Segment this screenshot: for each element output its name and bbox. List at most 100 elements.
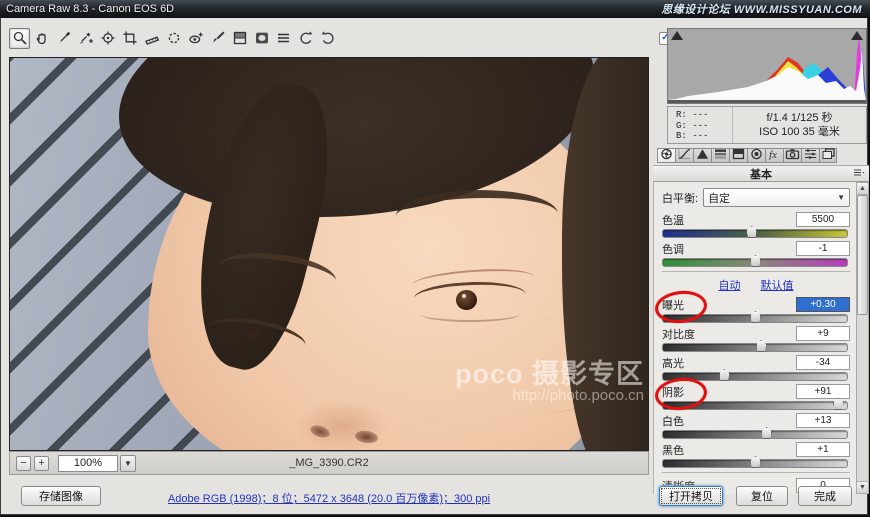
slider-row-exposure: 曝光 +0.30: [654, 288, 850, 326]
shadow-clipping-indicator[interactable]: [671, 31, 683, 40]
toolbar: ✓ 预览: [9, 25, 721, 51]
done-button[interactable]: 完成: [798, 486, 852, 506]
temperature-slider-track[interactable]: [662, 226, 848, 238]
tool-straighten-button[interactable]: [141, 28, 162, 49]
whites-slider-track[interactable]: [662, 427, 848, 439]
tab-presets[interactable]: [801, 148, 819, 163]
r-value: ---: [692, 110, 709, 120]
tab-split-toning[interactable]: [729, 148, 747, 163]
exif-readout: f/1.4 1/125 秒 ISO 100 35 毫米: [733, 107, 866, 143]
blacks-slider-track[interactable]: [662, 456, 848, 468]
contrast-value-field[interactable]: +9: [796, 326, 850, 341]
tool-hand-button[interactable]: [31, 28, 52, 49]
white-balance-eyedropper-icon: [56, 30, 72, 46]
shadows-slider-track[interactable]: [662, 398, 848, 410]
slider-row-temperature: 色温 5500: [662, 212, 850, 238]
tab-lens-corrections[interactable]: [747, 148, 765, 163]
tab-camera-calibration[interactable]: [783, 148, 801, 163]
tool-graduated-filter-button[interactable]: [229, 28, 250, 49]
exposure-value-field[interactable]: +0.30: [796, 297, 850, 312]
photo-watermark-line1: poco 摄影专区: [455, 358, 644, 389]
targeted-adjustment-icon: [100, 30, 116, 46]
tool-adjustment-brush-button[interactable]: [207, 28, 228, 49]
image-canvas[interactable]: poco 摄影专区 http://photo.poco.cn: [9, 57, 649, 451]
tab-hsl-grayscale[interactable]: [711, 148, 729, 163]
camera-calibration-tab-icon: [785, 148, 800, 163]
zoom-in-button[interactable]: +: [34, 455, 49, 471]
white-balance-select[interactable]: 自定 ▼: [703, 188, 850, 207]
tint-slider-track[interactable]: [662, 255, 848, 267]
tool-spot-removal-button[interactable]: [163, 28, 184, 49]
panel-scrollbar[interactable]: ▲ ▼: [856, 182, 869, 494]
highlights-slider-track[interactable]: [662, 369, 848, 381]
tool-targeted-adjustment-button[interactable]: [97, 28, 118, 49]
zoom-level-value: 100%: [73, 457, 103, 469]
workflow-options-link[interactable]: Adobe RGB (1998)；8 位；5472 x 3648 (20.0 百…: [9, 490, 649, 506]
zoom-out-button[interactable]: −: [16, 455, 31, 471]
slider-row-shadows: 阴影 +91: [654, 375, 850, 413]
whites-label: 白色: [662, 415, 684, 428]
tool-preferences-button[interactable]: [273, 28, 294, 49]
tab-effects[interactable]: fx: [765, 148, 783, 163]
highlights-value-field[interactable]: -34: [796, 355, 850, 370]
zoom-level-field[interactable]: 100%: [58, 454, 118, 472]
whites-slider-thumb[interactable]: [761, 427, 773, 439]
highlights-slider-thumb[interactable]: [718, 369, 730, 381]
contrast-slider-thumb[interactable]: [755, 340, 767, 352]
white-balance-row: 白平衡: 自定 ▼: [662, 188, 850, 207]
red-eye-icon: [188, 30, 204, 46]
temperature-label: 色温: [662, 214, 684, 227]
tab-snapshots[interactable]: [819, 148, 837, 163]
blacks-slider-thumb[interactable]: [750, 456, 761, 468]
tint-slider-thumb[interactable]: [750, 255, 761, 267]
shadows-slider-thumb[interactable]: [832, 398, 844, 410]
window-titlebar[interactable]: Camera Raw 8.3 - Canon EOS 6D 思缘设计论坛 WWW…: [0, 0, 870, 18]
contrast-slider-track[interactable]: [662, 340, 848, 352]
open-copy-button[interactable]: 打开拷贝: [659, 486, 723, 506]
tone-links-row: 自动 默认值: [662, 277, 850, 293]
histogram[interactable]: [667, 28, 867, 104]
split-toning-tab-icon: [731, 148, 746, 163]
slider-row-contrast: 对比度 +9: [662, 326, 850, 352]
image-status-bar: − + 100% ▼ _MG_3390.CR2: [9, 451, 649, 475]
exposure-slider-track[interactable]: [662, 311, 848, 323]
tool-rotate-right-button[interactable]: [317, 28, 338, 49]
tool-crop-button[interactable]: [119, 28, 140, 49]
tool-color-sampler-button[interactable]: [75, 28, 96, 49]
default-link[interactable]: 默认值: [761, 277, 794, 293]
rotate-cw-icon: [320, 30, 336, 46]
basic-panel-body: 白平衡: 自定 ▼ 色温 5500 色调 -1 自动 默认值 曝光 +0.30 …: [653, 182, 856, 494]
highlight-clipping-indicator[interactable]: [851, 31, 863, 40]
highlights-label: 高光: [662, 357, 684, 370]
tab-basic[interactable]: [657, 148, 675, 163]
temperature-slider-thumb[interactable]: [746, 226, 758, 238]
tool-zoom-button[interactable]: [9, 27, 30, 49]
blacks-value-field[interactable]: +1: [796, 442, 850, 457]
temperature-value-field[interactable]: 5500: [796, 212, 850, 227]
tool-white-balance-button[interactable]: [53, 28, 74, 49]
shadows-value-field[interactable]: +91: [796, 384, 850, 399]
camera-raw-dialog: ✓ 预览: [0, 18, 869, 515]
slider-row-tint: 色调 -1: [662, 241, 850, 267]
tab-tone-curve[interactable]: [675, 148, 693, 163]
color-sampler-icon: [78, 30, 94, 46]
presets-tab-icon: [803, 148, 818, 163]
scroll-up-arrow[interactable]: ▲: [857, 183, 868, 195]
tool-buttons: [9, 27, 339, 49]
tint-value-field[interactable]: -1: [796, 241, 850, 256]
effects-tab-icon: fx: [767, 148, 782, 163]
tab-detail[interactable]: [693, 148, 711, 163]
tool-rotate-left-button[interactable]: [295, 28, 316, 49]
auto-link[interactable]: 自动: [719, 277, 741, 293]
panel-menu-icon[interactable]: [853, 168, 865, 181]
reset-button[interactable]: 复位: [736, 486, 788, 506]
exposure-label: 曝光: [662, 299, 684, 312]
tool-radial-filter-button[interactable]: [251, 28, 272, 49]
scrollbar-thumb[interactable]: [857, 195, 868, 315]
whites-value-field[interactable]: +13: [796, 413, 850, 428]
exposure-slider-thumb[interactable]: [750, 311, 761, 323]
tone-sliders-group: 曝光 +0.30 对比度 +9 高光 -34 阴影 +91 白色 +13 黑色 …: [654, 288, 850, 468]
tone-curve-tab-icon: [677, 148, 692, 163]
zoom-level-dropdown[interactable]: ▼: [120, 454, 136, 472]
tool-red-eye-button[interactable]: [185, 28, 206, 49]
